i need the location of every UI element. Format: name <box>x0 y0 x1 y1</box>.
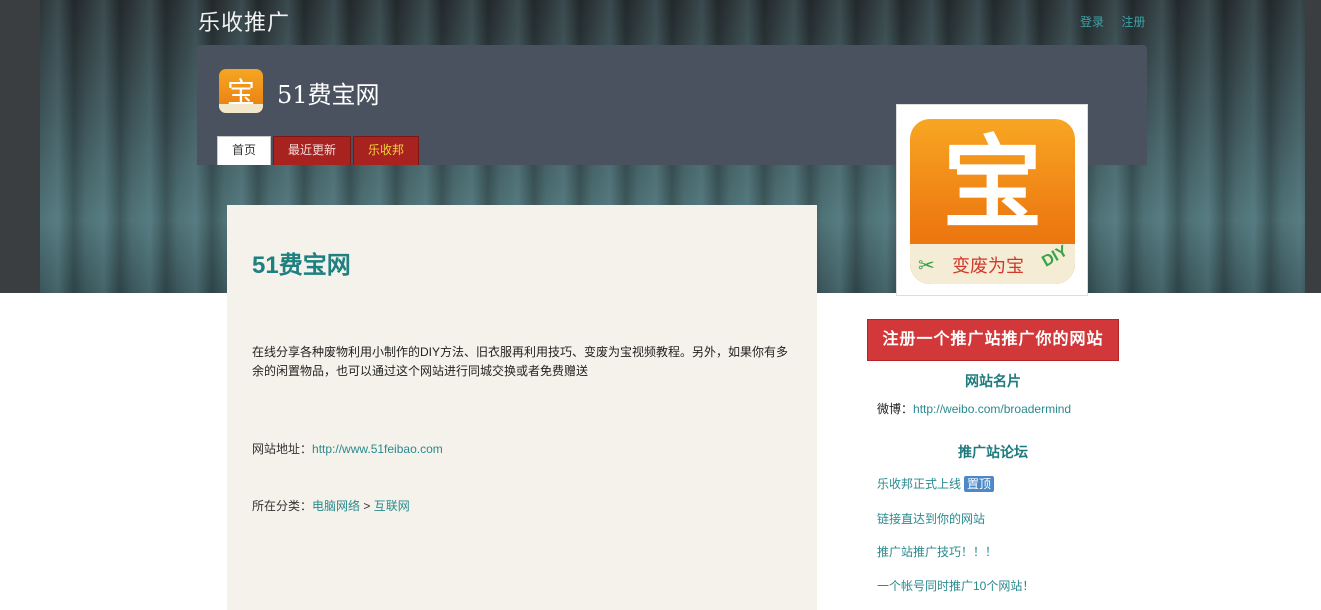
register-promo-site-button[interactable]: 注册一个推广站推广你的网站 <box>867 319 1119 361</box>
banner-edge-left <box>0 0 40 293</box>
forum-link[interactable]: 乐收邦正式上线 <box>877 477 961 491</box>
tab-recent-updates[interactable]: 最近更新 <box>273 136 352 165</box>
forum-item: 一个帐号同时推广10个网站！ <box>877 577 1034 594</box>
forum-item: 推广站推广技巧！！！ <box>877 543 997 560</box>
weibo-row: 微博：http://weibo.com/broadermind <box>877 400 1071 417</box>
logo-bottom-ribbon: ✂ 变废为宝 DIY <box>910 242 1075 284</box>
forum-link[interactable]: 一个帐号同时推广10个网站！ <box>877 579 1034 593</box>
site-description: 在线分享各种废物利用小制作的DIY方法、旧衣服再利用技巧、变废为宝视频教程。另外… <box>252 345 789 378</box>
nav-tabs: 首页 最近更新 乐收邦 <box>217 136 421 165</box>
category-child-link[interactable]: 互联网 <box>374 499 410 513</box>
logo-ribbon <box>219 104 263 113</box>
category-separator: > <box>363 499 371 513</box>
forum-link[interactable]: 推广站推广技巧！！！ <box>877 545 997 559</box>
banner-edge-right <box>1305 0 1321 293</box>
weibo-link[interactable]: http://weibo.com/broadermind <box>913 402 1071 416</box>
large-logo-glyph: 宝 <box>942 125 1043 242</box>
page-title: 51费宝网 <box>277 81 380 109</box>
logo-diy-text: DIY <box>1039 242 1072 271</box>
site-title[interactable]: 乐收推广 <box>198 5 290 37</box>
site-url-link[interactable]: http://www.51feibao.com <box>312 442 443 456</box>
category-row: 所在分类：电脑网络 > 互联网 <box>252 497 410 514</box>
tab-home[interactable]: 首页 <box>217 136 272 165</box>
site-url-row: 网站地址：http://www.51feibao.com <box>252 440 443 457</box>
pinned-badge: 置顶 <box>964 476 995 492</box>
login-link[interactable]: 登录 <box>1080 15 1104 29</box>
category-label: 所在分类： <box>252 499 313 513</box>
site-large-logo: 宝 ✂ 变废为宝 DIY <box>896 104 1088 296</box>
forum-link[interactable]: 链接直达到你的网站 <box>877 512 985 526</box>
forum-heading: 推广站论坛 <box>958 444 1028 460</box>
forum-item: 乐收邦正式上线 置顶 <box>877 475 995 492</box>
site-card-heading: 网站名片 <box>965 373 1021 389</box>
site-logo-icon: 宝 <box>219 69 263 113</box>
logo-ribbon-text: 变废为宝 <box>952 256 1024 277</box>
weibo-label: 微博： <box>877 402 914 416</box>
logo-tile: 宝 ✂ 变废为宝 DIY <box>910 119 1075 284</box>
site-detail-card: 51费宝网 在线分享各种废物利用小制作的DIY方法、旧衣服再利用技巧、变废为宝视… <box>227 205 817 610</box>
site-url-label: 网站地址： <box>252 442 313 456</box>
tab-leshoubang[interactable]: 乐收邦 <box>353 136 420 165</box>
register-link[interactable]: 注册 <box>1121 15 1145 29</box>
site-heading: 51费宝网 <box>252 252 351 279</box>
forum-item: 链接直达到你的网站 <box>877 510 985 527</box>
scissors-icon: ✂ <box>918 255 935 277</box>
account-links: 登录 注册 <box>1080 13 1159 30</box>
category-parent-link[interactable]: 电脑网络 <box>312 499 360 513</box>
